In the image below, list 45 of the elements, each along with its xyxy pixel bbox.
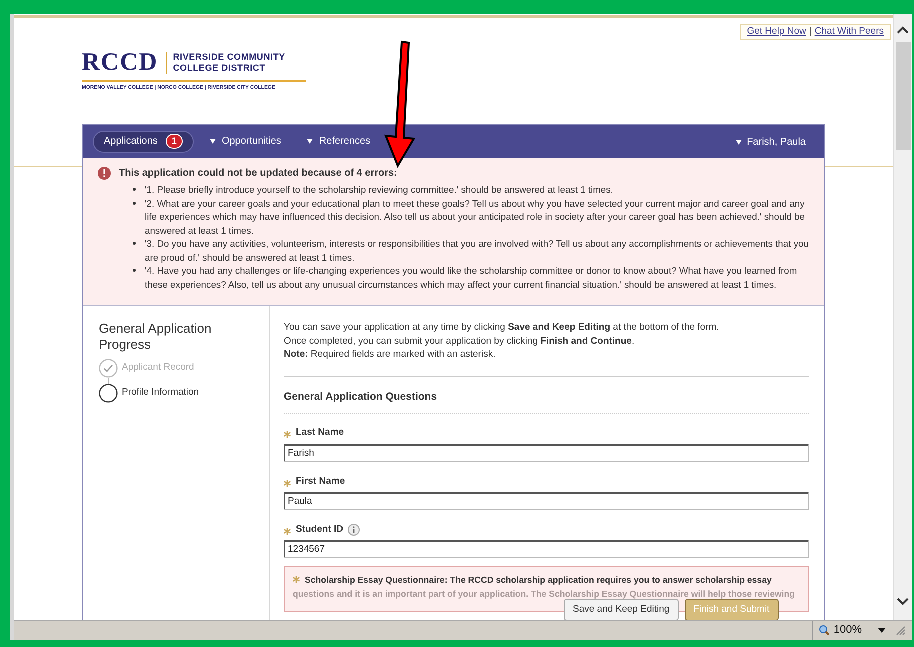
bullet-icon [133, 242, 136, 245]
error-title: This application could not be updated because of 4 errors: [119, 167, 398, 181]
bullet-icon [133, 188, 136, 191]
caret-icon [307, 139, 314, 144]
scrollbar-thumb[interactable] [896, 42, 910, 150]
error-message: '4. Have you had any challenges or life-changing experiences you would like the scholarship committee or donor to know about? What have you learned from these experiences? Also, tell us about any unusual circumstances which may affect your current financial situation.' should be answered at least 1 times. [145, 264, 798, 291]
nav-tab[interactable]: Opportunities [200, 130, 292, 152]
bullet-icon [133, 269, 136, 272]
section-title: General Application Questions [284, 390, 438, 404]
nav-tab[interactable]: References [297, 130, 381, 152]
scroll-up-icon[interactable] [897, 26, 909, 34]
instruction-text: You can save your application at any time by clicking Save and Keep Editing at the bottom of the form. [284, 321, 720, 334]
field-label: Last Name [296, 426, 344, 440]
help-link[interactable]: Get Help Now [747, 24, 806, 40]
user-menu[interactable]: Farish, Paula [736, 135, 806, 150]
text-field[interactable]: 1234567 [284, 540, 809, 558]
bullet-icon [133, 202, 136, 204]
zoom-level: 100% [834, 623, 862, 638]
progress-step[interactable]: Profile Information [122, 386, 200, 401]
instruction-text: Note: Required fields are marked with an asterisk. [284, 348, 497, 362]
text-field[interactable]: Paula [284, 492, 809, 510]
scroll-down-icon[interactable] [897, 598, 909, 606]
error-icon [98, 167, 111, 180]
essay-notice-text: questions and it is an important part of your application. The Scholarship Essay Questionnaire will help those reviewing [293, 588, 796, 601]
zoom-icon[interactable] [818, 625, 830, 636]
progress-title: General Application Progress [99, 321, 213, 353]
info-icon[interactable] [348, 524, 360, 536]
resize-grip-icon[interactable] [896, 626, 906, 636]
link-separator: | [809, 24, 812, 39]
essay-notice-title: Scholarship Essay Questionnaire: The RCCD scholarship application requires you to answer scholarship essay [305, 574, 772, 587]
count-badge: 1 [166, 134, 183, 149]
caret-icon[interactable] [878, 628, 886, 633]
help-link[interactable]: Chat With Peers [814, 24, 884, 40]
field-label: First Name [296, 474, 346, 488]
instruction-text: Once completed, you can submit your application by clicking Finish and Continue. [284, 334, 636, 348]
save-button[interactable]: Save and Keep Editing [564, 599, 679, 620]
field-label: Student ID [296, 522, 344, 537]
caret-icon [736, 140, 742, 145]
error-message: '2. What are your career goals and your educational plan to meet these goals? Tell us about why you have selected your current major and career goal and any life experiences which may have influenced this decision. Also tell us about your anticipated role in society after your career goal has been achieved.' should be answered at least 1 times. [145, 196, 806, 237]
error-message: '1. Please briefly introduce yourself to the scholarship reviewing committee.' should be answered at least 1 times. [145, 183, 614, 196]
vertical-scrollbar[interactable] [893, 14, 912, 620]
nav-tab[interactable]: Applications 1 [93, 130, 194, 152]
caret-icon [210, 139, 216, 144]
text-field[interactable]: Farish [284, 444, 809, 462]
error-message: '3. Do you have any activities, volunteerism, interests or responsibilities that you are involved with? Tell us about any accomplishments or achievements that you are proud of.' should be answered at least 1 times. [145, 237, 810, 264]
